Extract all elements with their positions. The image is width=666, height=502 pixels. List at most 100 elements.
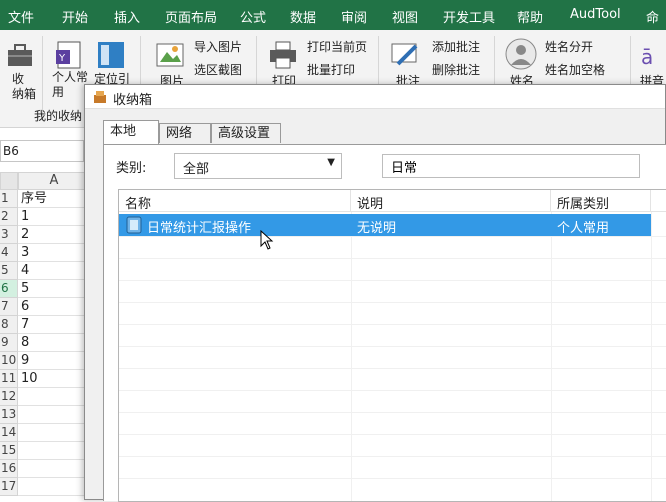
row-number[interactable]: 6 <box>0 280 18 298</box>
personal-common-label[interactable]: 个人常 用 <box>52 70 88 100</box>
tab-local[interactable]: 本地 <box>103 120 159 144</box>
cell[interactable]: 4 <box>18 262 90 280</box>
tab-more[interactable]: 命 <box>646 7 659 26</box>
row-number[interactable]: 17 <box>0 478 18 496</box>
row-number[interactable]: 2 <box>0 208 18 226</box>
search-input[interactable] <box>382 154 640 178</box>
sheet-row[interactable]: 14 <box>0 424 90 442</box>
cell[interactable]: 2 <box>18 226 90 244</box>
cell[interactable]: 10 <box>18 370 90 388</box>
cell[interactable]: 3 <box>18 244 90 262</box>
tab-data[interactable]: 数据 <box>290 7 316 26</box>
cell[interactable]: 1 <box>18 208 90 226</box>
tab-insert[interactable]: 插入 <box>114 7 140 26</box>
row-number[interactable]: 10 <box>0 352 18 370</box>
sheet-row[interactable]: 1 序号 <box>0 190 90 208</box>
column-header-description[interactable]: 说明 <box>351 190 551 212</box>
cell[interactable] <box>18 388 90 406</box>
person-icon[interactable] <box>505 38 537 70</box>
sheet-row[interactable]: 17 <box>0 478 90 496</box>
storage-box-label[interactable]: 收 纳箱 <box>12 72 36 102</box>
dialog-titlebar[interactable]: 收纳箱 <box>85 85 665 109</box>
cell[interactable]: 5 <box>18 280 90 298</box>
tab-file[interactable]: 文件 <box>8 7 34 26</box>
book-icon <box>126 216 142 234</box>
tab-developer[interactable]: 开发工具 <box>443 7 495 26</box>
toolbox-icon[interactable] <box>6 42 34 68</box>
image-icon[interactable] <box>155 40 185 70</box>
sheet-row[interactable]: 10 9 <box>0 352 90 370</box>
sheet-row[interactable]: 21 <box>0 208 90 226</box>
locate-icon[interactable] <box>96 40 126 70</box>
select-all-corner[interactable] <box>0 172 18 190</box>
tab-review[interactable]: 审阅 <box>341 7 367 26</box>
worksheet[interactable]: A 1 序号 2 1 3 2 4 3 5 4 6 5 7 6 8 7 9 8 10 9 11 10 12 13 14 15 16 17 <box>0 172 90 500</box>
batch-print-button[interactable]: 批量打印 <box>307 61 355 78</box>
row-number[interactable]: 14 <box>0 424 18 442</box>
cell[interactable] <box>18 406 90 424</box>
personal-doc-icon[interactable]: Y <box>54 40 84 70</box>
tab-home[interactable]: 开始 <box>62 7 88 26</box>
comment-pen-icon[interactable] <box>390 40 420 70</box>
sheet-row[interactable]: 12 <box>0 388 90 406</box>
sheet-row[interactable]: 54 <box>0 262 90 280</box>
delete-comment-button[interactable]: 删除批注 <box>432 61 480 78</box>
tab-advanced-settings[interactable]: 高级设置 <box>211 123 281 143</box>
tab-help[interactable]: 帮助 <box>517 7 543 26</box>
tab-network[interactable]: 网络 <box>159 123 211 143</box>
column-header-name[interactable]: 名称 <box>119 190 351 212</box>
row-number[interactable]: 8 <box>0 316 18 334</box>
row-divider <box>119 324 666 325</box>
row-number[interactable]: 11 <box>0 370 18 388</box>
select-screenshot-button[interactable]: 选区截图 <box>194 61 242 78</box>
sheet-row[interactable]: 16 <box>0 460 90 478</box>
row-number[interactable]: 12 <box>0 388 18 406</box>
add-comment-button[interactable]: 添加批注 <box>432 38 480 55</box>
cell[interactable]: 6 <box>18 298 90 316</box>
row-number[interactable]: 13 <box>0 406 18 424</box>
row-number[interactable]: 15 <box>0 442 18 460</box>
sheet-row[interactable]: 32 <box>0 226 90 244</box>
category-select[interactable]: 全部 ▼ <box>174 153 342 179</box>
sheet-row[interactable]: 65 <box>0 280 90 298</box>
name-add-space-button[interactable]: 姓名加空格 <box>545 61 605 78</box>
cell[interactable] <box>18 460 90 478</box>
cell[interactable]: 序号 <box>18 190 90 208</box>
column-divider <box>351 212 352 501</box>
tab-page-layout[interactable]: 页面布局 <box>165 7 217 26</box>
sheet-row[interactable]: 13 <box>0 406 90 424</box>
import-image-button[interactable]: 导入图片 <box>194 38 242 55</box>
sheet-row[interactable]: 98 <box>0 334 90 352</box>
cell[interactable] <box>18 424 90 442</box>
tab-audtool[interactable]: AudTool <box>570 7 621 22</box>
sheet-row[interactable]: 87 <box>0 316 90 334</box>
cell[interactable] <box>18 442 90 460</box>
row-number[interactable]: 7 <box>0 298 18 316</box>
sheet-row[interactable]: 76 <box>0 298 90 316</box>
list-item[interactable]: 日常统计汇报操作 无说明 个人常用 <box>119 214 651 236</box>
column-header-category[interactable]: 所属类别 <box>551 190 651 212</box>
row-number[interactable]: 3 <box>0 226 18 244</box>
tab-formulas[interactable]: 公式 <box>240 7 266 26</box>
cell[interactable]: 9 <box>18 352 90 370</box>
sheet-row[interactable]: 43 <box>0 244 90 262</box>
sheet-row[interactable]: 15 <box>0 442 90 460</box>
name-box[interactable]: B6 <box>0 140 84 162</box>
item-list[interactable]: 名称 说明 所属类别 日常统计汇报操作 无说明 个人常用 <box>118 189 666 502</box>
row-number[interactable]: 4 <box>0 244 18 262</box>
cell[interactable]: 8 <box>18 334 90 352</box>
column-divider <box>651 212 652 501</box>
row-number[interactable]: 5 <box>0 262 18 280</box>
row-number[interactable]: 9 <box>0 334 18 352</box>
name-split-button[interactable]: 姓名分开 <box>545 38 593 55</box>
pinyin-icon[interactable]: ā <box>640 40 666 70</box>
row-number[interactable]: 1 <box>0 190 18 208</box>
column-header-a[interactable]: A <box>18 172 90 190</box>
cell[interactable] <box>18 478 90 496</box>
row-number[interactable]: 16 <box>0 460 18 478</box>
cell[interactable]: 7 <box>18 316 90 334</box>
print-current-page-button[interactable]: 打印当前页 <box>307 38 367 55</box>
printer-icon[interactable] <box>268 40 298 70</box>
sheet-row[interactable]: 11 10 <box>0 370 90 388</box>
tab-view[interactable]: 视图 <box>392 7 418 26</box>
